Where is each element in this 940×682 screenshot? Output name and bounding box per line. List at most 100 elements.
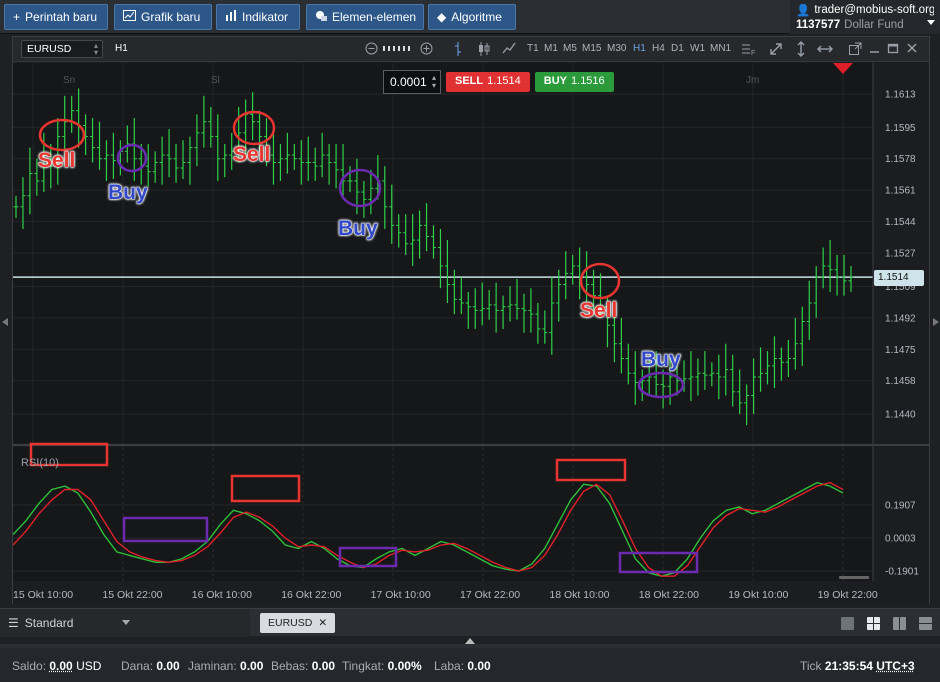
template-dropdown-icon bbox=[122, 620, 130, 625]
layout-single-icon[interactable] bbox=[841, 617, 854, 630]
algorithm-label: Algoritme bbox=[451, 10, 502, 24]
sell-button[interactable]: SELL 1.1514 bbox=[446, 72, 530, 92]
grid-scale-icon[interactable]: F bbox=[741, 42, 757, 56]
profit-label: Laba: bbox=[434, 659, 465, 673]
free-margin-label: Bebas: bbox=[271, 659, 309, 673]
template-value: Standard bbox=[24, 616, 74, 630]
close-tab-icon[interactable]: ✕ bbox=[318, 617, 327, 629]
bar-chart-icon bbox=[225, 10, 237, 24]
template-selector[interactable]: ☰ Standard bbox=[0, 609, 250, 637]
algorithm-button[interactable]: ◆ Algoritme bbox=[428, 4, 516, 30]
timeframe-h4[interactable]: H4 bbox=[652, 43, 665, 54]
close-icon[interactable] bbox=[906, 42, 918, 55]
timeframe-m1[interactable]: M1 bbox=[544, 43, 558, 54]
main-toolbar: + Perintah baru Grafik baru Indikator El… bbox=[0, 0, 940, 34]
minimize-icon[interactable] bbox=[869, 42, 881, 55]
layout-rows-icon[interactable] bbox=[919, 617, 932, 630]
time-tick-label: 17 Okt 22:00 bbox=[460, 589, 520, 601]
symbol-selector[interactable]: EURUSD ▴ ▾ bbox=[21, 40, 103, 58]
timeframe-h1[interactable]: H1 bbox=[633, 43, 646, 54]
collapse-right-icon[interactable] bbox=[933, 318, 939, 326]
diagonal-resize-icon[interactable] bbox=[769, 42, 783, 56]
new-order-button[interactable]: + Perintah baru bbox=[4, 4, 108, 30]
price-tick-label: 1.1613 bbox=[885, 90, 916, 101]
time-tick-label: 16 Okt 22:00 bbox=[281, 589, 341, 601]
timeframe-m30[interactable]: M30 bbox=[607, 43, 626, 54]
lot-value: 0.0001 bbox=[390, 75, 427, 89]
free-margin: Bebas: 0.00 bbox=[271, 659, 335, 673]
layout-grid-icon[interactable] bbox=[867, 617, 880, 630]
zoom-slider[interactable] bbox=[383, 45, 415, 52]
buy-label: BUY bbox=[543, 75, 568, 87]
time-tick-label: 18 Okt 10:00 bbox=[549, 589, 609, 601]
buy-button[interactable]: BUY 1.1516 bbox=[534, 72, 614, 92]
annotation-sell-2: Sell bbox=[233, 143, 271, 167]
zoom-out-icon[interactable] bbox=[365, 42, 378, 55]
collapse-left-icon[interactable] bbox=[2, 318, 8, 326]
indicator-button[interactable]: Indikator bbox=[216, 4, 300, 30]
timeframe-w1[interactable]: W1 bbox=[690, 43, 705, 54]
vertical-scale-icon[interactable] bbox=[796, 41, 806, 57]
new-order-label: Perintah baru bbox=[25, 10, 98, 24]
trading-terminal: + Perintah baru Grafik baru Indikator El… bbox=[0, 0, 940, 682]
account-panel[interactable]: 👤 trader@mobius-soft.org 1137577 Dollar Fu… bbox=[790, 0, 940, 34]
new-chart-button[interactable]: Grafik baru bbox=[114, 4, 212, 30]
margin-level: Tingkat: 0.00% bbox=[342, 659, 422, 673]
spinner-icon: ▴ ▾ bbox=[93, 41, 98, 57]
timeframe-d1[interactable]: D1 bbox=[671, 43, 684, 54]
balance-currency: USD bbox=[76, 659, 102, 673]
day-label-monday: Sn bbox=[63, 75, 76, 86]
balance-value[interactable]: 0.00 bbox=[49, 659, 72, 673]
time-tick-label: 18 Okt 22:00 bbox=[639, 589, 699, 601]
account-fund: Dollar Fund bbox=[844, 18, 904, 31]
account-dropdown-icon[interactable] bbox=[927, 20, 935, 25]
day-label-tuesday: Sl bbox=[211, 75, 220, 86]
chart-tab-eurusd[interactable]: EURUSD ✕ bbox=[260, 613, 336, 633]
rsi-scroll-handle bbox=[839, 576, 869, 579]
margin-label: Jaminan: bbox=[188, 659, 237, 673]
price-tick-label: 1.1458 bbox=[885, 376, 916, 387]
profit-value: 0.00 bbox=[467, 659, 491, 673]
margin-level-label: Tingkat: bbox=[342, 659, 385, 673]
annotation-buy-1: Buy bbox=[108, 181, 148, 205]
detach-window-icon[interactable] bbox=[849, 42, 862, 55]
rsi-tick-label: -0.1901 bbox=[885, 567, 919, 578]
grid-lines bbox=[13, 63, 929, 581]
chart-toolbar: EURUSD ▴ ▾ H1 T1 M1 M5 M15 M30 H1 H4 D1 W… bbox=[13, 37, 929, 62]
sell-label: SELL bbox=[455, 75, 484, 87]
timezone-value[interactable]: UTC+3 bbox=[876, 659, 914, 673]
price-tick-label: 1.1492 bbox=[885, 313, 916, 324]
timeframe-t1[interactable]: T1 bbox=[527, 43, 539, 54]
margin: Jaminan: 0.00 bbox=[188, 659, 263, 673]
sell-price: 1.1514 bbox=[487, 75, 521, 87]
price-tick-label: 1.1527 bbox=[885, 249, 916, 260]
annotation-buy-3: Buy bbox=[641, 348, 681, 372]
maximize-icon[interactable] bbox=[887, 42, 899, 55]
bar-type-icon[interactable] bbox=[453, 41, 463, 57]
annotation-sell-3: Sell bbox=[580, 299, 618, 323]
down-triangle-marker-icon bbox=[833, 63, 853, 74]
time-tick-label: 19 Okt 22:00 bbox=[818, 589, 878, 601]
one-click-trading: 0.0001 ▴ ▾ SELL 1.1514 BUY 1.1516 bbox=[383, 70, 614, 94]
zoom-in-icon[interactable] bbox=[420, 42, 433, 55]
lot-input[interactable]: 0.0001 ▴ ▾ bbox=[383, 70, 441, 94]
rsi-panel-bg bbox=[13, 447, 873, 581]
price-tick-label: 1.1578 bbox=[885, 154, 916, 165]
plus-icon: + bbox=[13, 10, 21, 24]
line-type-icon[interactable] bbox=[502, 42, 516, 55]
elements-button[interactable]: Elemen-elemen bbox=[306, 4, 424, 30]
elements-label: Elemen-elemen bbox=[332, 10, 417, 24]
chart-tab-label: EURUSD bbox=[268, 617, 313, 629]
lot-spinner-icon[interactable]: ▴ ▾ bbox=[432, 74, 436, 90]
shapes-icon bbox=[315, 10, 327, 24]
price-tick-label: 1.1475 bbox=[885, 345, 916, 356]
layout-columns-icon[interactable] bbox=[893, 617, 906, 630]
chart-plot[interactable]: 1.1613 1.1595 1.1578 1.1561 1.1544 1.1527 1.15… bbox=[13, 63, 929, 605]
candle-type-icon[interactable] bbox=[478, 41, 490, 57]
timeframe-m5[interactable]: M5 bbox=[563, 43, 577, 54]
horizontal-scale-icon[interactable] bbox=[817, 44, 833, 54]
price-tick-label: 1.1440 bbox=[885, 410, 916, 421]
timeframe-m15[interactable]: M15 bbox=[582, 43, 601, 54]
timeframe-mn1[interactable]: MN1 bbox=[710, 43, 731, 54]
time-tick-label: 15 Okt 22:00 bbox=[102, 589, 162, 601]
